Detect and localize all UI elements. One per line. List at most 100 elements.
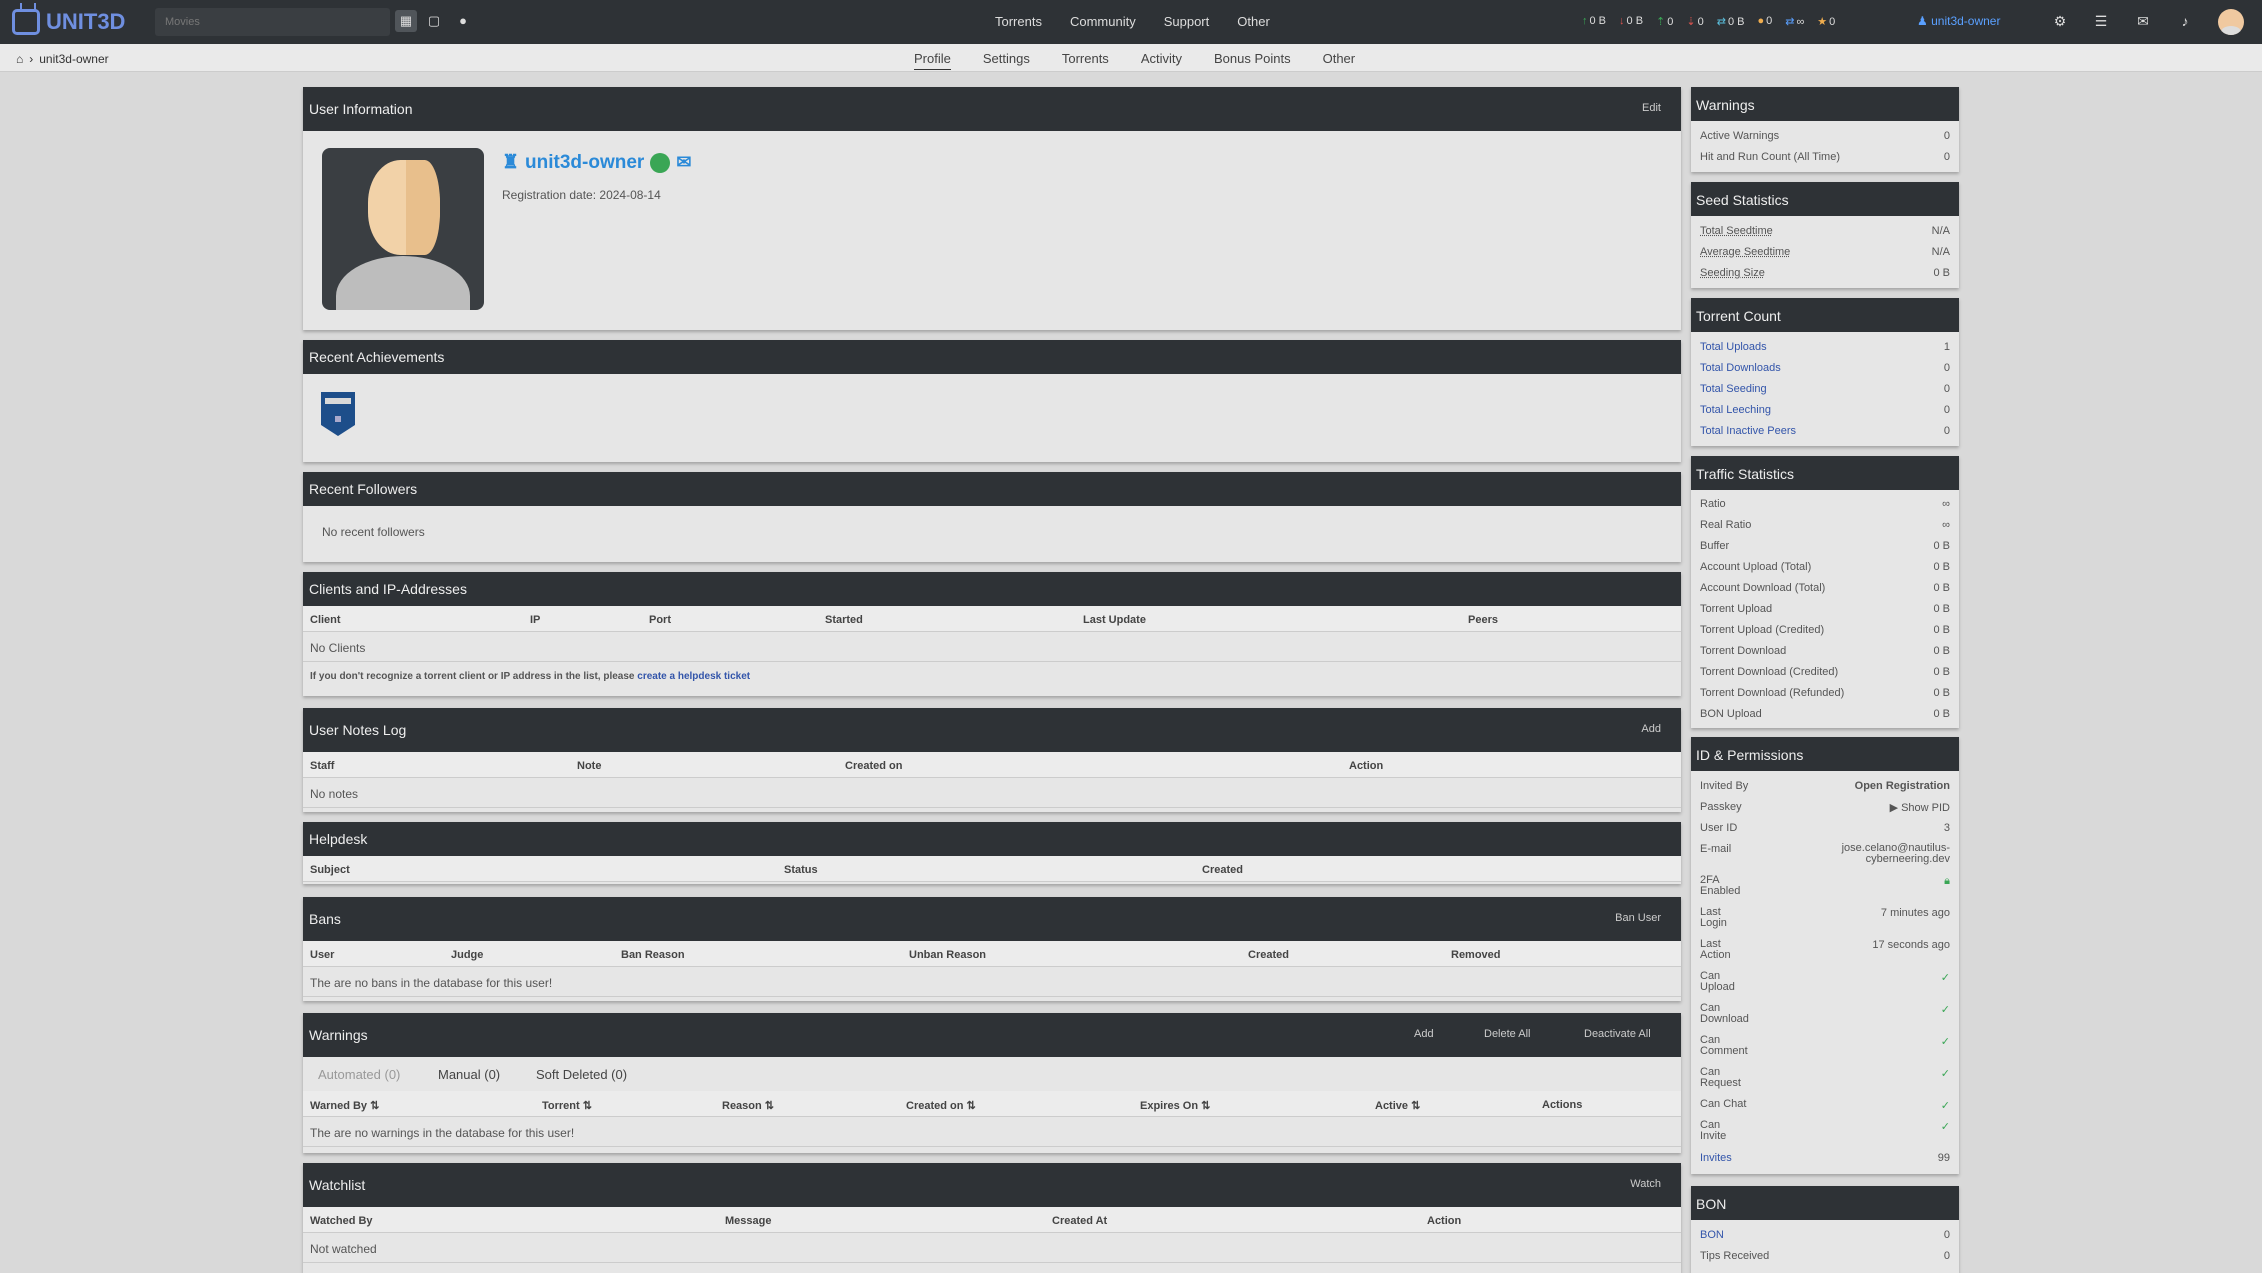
- stat-value: 0: [1829, 16, 1836, 28]
- buffer-icon: ⇄: [1716, 16, 1726, 28]
- buffer-stat[interactable]: ⇄ 0 B: [1717, 15, 1745, 28]
- row-value: ∞: [1942, 519, 1950, 531]
- permission-row: Can Invite ✓: [1691, 1115, 1959, 1147]
- helpdesk-note: If you don't recognize a torrent client …: [303, 662, 1681, 691]
- tv-icon: [12, 9, 40, 35]
- add-note-button[interactable]: Add: [1641, 723, 1661, 735]
- profile-avatar: [322, 148, 484, 310]
- recent-achievements-panel: Recent Achievements: [303, 340, 1681, 462]
- check-icon: ✓: [1940, 1121, 1950, 1133]
- stat-row: Ratio ∞: [1691, 493, 1959, 514]
- row-label[interactable]: Total Seedtime: [1700, 225, 1773, 237]
- coins-icon: ●: [1757, 15, 1765, 27]
- row-label[interactable]: Average Seedtime: [1700, 246, 1790, 258]
- site-logo[interactable]: UNIT3D: [12, 7, 125, 37]
- column-header[interactable]: Warned By ⇅: [310, 1099, 379, 1112]
- row-label: Account Upload (Total): [1700, 561, 1812, 573]
- tab-profile[interactable]: Profile: [914, 51, 951, 70]
- nav-torrents[interactable]: Torrents: [995, 14, 1042, 29]
- tab-settings[interactable]: Settings: [983, 51, 1030, 70]
- row-value: 0 B: [1933, 540, 1950, 552]
- film-icon[interactable]: ▦: [395, 10, 417, 32]
- column-header[interactable]: Expires On ⇅: [1140, 1099, 1210, 1112]
- row-label: Can Upload: [1700, 971, 1735, 993]
- delete-all-button[interactable]: Delete All: [1484, 1028, 1530, 1040]
- row-label: Can Chat: [1700, 1099, 1746, 1110]
- tasks-icon[interactable]: ☰: [2092, 12, 2110, 30]
- panel-title: Watchlist: [309, 1177, 366, 1193]
- row-label[interactable]: Total Uploads: [1700, 341, 1767, 353]
- avatar[interactable]: [2218, 9, 2244, 35]
- nav-support[interactable]: Support: [1164, 14, 1210, 29]
- coins-stat[interactable]: ● 0: [1757, 15, 1772, 28]
- show-pid-toggle[interactable]: ▶ Show PID: [1890, 801, 1950, 814]
- sub-navbar: ⌂ › unit3d-owner Profile Settings Torren…: [0, 44, 2262, 72]
- envelope-icon[interactable]: ✉: [2134, 12, 2152, 30]
- user-icon: ♟: [1917, 14, 1932, 28]
- tab-other[interactable]: Other: [1323, 51, 1356, 70]
- search-input[interactable]: Movies: [155, 8, 390, 36]
- tab-torrents[interactable]: Torrents: [1062, 51, 1109, 70]
- leech-stat[interactable]: ⇣ 0: [1686, 15, 1703, 28]
- email-line-2: cyberneering.dev: [1865, 853, 1950, 865]
- ratio-stat[interactable]: ⇄ ∞: [1785, 15, 1804, 28]
- row-label[interactable]: Total Inactive Peers: [1700, 425, 1796, 437]
- breadcrumb-current[interactable]: unit3d-owner: [39, 52, 108, 66]
- row-label[interactable]: Total Leeching: [1700, 404, 1771, 416]
- profile-link[interactable]: ♟ unit3d-owner: [1917, 14, 2000, 28]
- invites-link[interactable]: Invites: [1700, 1152, 1732, 1164]
- tv-category-icon[interactable]: ▢: [423, 10, 445, 32]
- nav-other[interactable]: Other: [1237, 14, 1270, 29]
- row-label[interactable]: Total Seeding: [1700, 383, 1767, 395]
- stat-list: Total Uploads 1 Total Downloads 0 Total Seed…: [1691, 332, 1959, 441]
- row-label[interactable]: Seeding Size: [1700, 267, 1765, 279]
- column-header: Actions: [1542, 1099, 1583, 1111]
- tab-activity[interactable]: Activity: [1141, 51, 1182, 70]
- tab-manual[interactable]: Manual (0): [438, 1067, 500, 1082]
- row-value: 0 B: [1933, 624, 1950, 636]
- panel-title: ID & Permissions: [1691, 737, 1959, 771]
- label-line: Can Chat: [1700, 1098, 1747, 1110]
- row-value: 0 B: [1933, 582, 1950, 594]
- stat-row: Account Download (Total) 0 B: [1691, 577, 1959, 598]
- bell-icon[interactable]: ♪: [2176, 12, 2194, 30]
- edit-button[interactable]: Edit: [1642, 102, 1661, 114]
- column-header: Judge: [451, 949, 484, 961]
- seed-stat[interactable]: ⇡ 0: [1656, 15, 1673, 28]
- watch-button[interactable]: Watch: [1630, 1178, 1661, 1190]
- stat-row: Total Uploads 1: [1691, 336, 1959, 357]
- row-label: Torrent Download: [1700, 645, 1787, 657]
- site-logo-text: UNIT3D: [46, 9, 126, 34]
- star-stat[interactable]: ★ 0: [1817, 15, 1835, 28]
- person-icon[interactable]: ●: [452, 10, 474, 32]
- achievement-badge-icon[interactable]: [321, 392, 355, 436]
- ban-user-button[interactable]: Ban User: [1615, 912, 1661, 924]
- arrow-down-stat[interactable]: ↓ 0 B: [1619, 15, 1643, 28]
- stat-value: 0: [1766, 15, 1773, 27]
- column-header[interactable]: Torrent ⇅: [542, 1099, 592, 1112]
- label-line: Login: [1700, 917, 1727, 929]
- stat-list: Active Warnings 0 Hit and Run Count (All T…: [1691, 121, 1959, 167]
- nav-community[interactable]: Community: [1070, 14, 1136, 29]
- tab-automated[interactable]: Automated (0): [318, 1067, 428, 1092]
- envelope-icon[interactable]: ✉: [676, 152, 691, 173]
- row-value: 0: [1943, 404, 1950, 416]
- deactivate-all-button[interactable]: Deactivate All: [1584, 1028, 1651, 1040]
- home-icon[interactable]: ⌂: [16, 52, 23, 66]
- column-header[interactable]: Created on ⇅: [906, 1099, 976, 1112]
- warnings-panel: Warnings Add Delete All Deactivate All A…: [303, 1013, 1681, 1153]
- tab-bonus-points[interactable]: Bonus Points: [1214, 51, 1291, 70]
- stat-list: Ratio ∞ Real Ratio ∞ Buffer 0 B Account Upload…: [1691, 490, 1959, 724]
- column-header: Removed: [1451, 949, 1501, 961]
- row-label[interactable]: Total Downloads: [1700, 362, 1781, 374]
- helpdesk-ticket-link[interactable]: create a helpdesk ticket: [637, 671, 750, 682]
- watchlist-panel: Watchlist Watch Watched By Message Create…: [303, 1163, 1681, 1273]
- add-warning-button[interactable]: Add: [1414, 1028, 1434, 1040]
- column-header[interactable]: Active ⇅: [1375, 1099, 1420, 1112]
- gear-icon[interactable]: ⚙: [2051, 12, 2069, 30]
- tab-soft-deleted[interactable]: Soft Deleted (0): [536, 1067, 627, 1082]
- arrow-up-stat[interactable]: ↑ 0 B: [1582, 15, 1606, 28]
- label-line: Upload: [1700, 981, 1735, 993]
- column-header[interactable]: Reason ⇅: [722, 1099, 774, 1112]
- profile-username[interactable]: unit3d-owner: [525, 152, 644, 174]
